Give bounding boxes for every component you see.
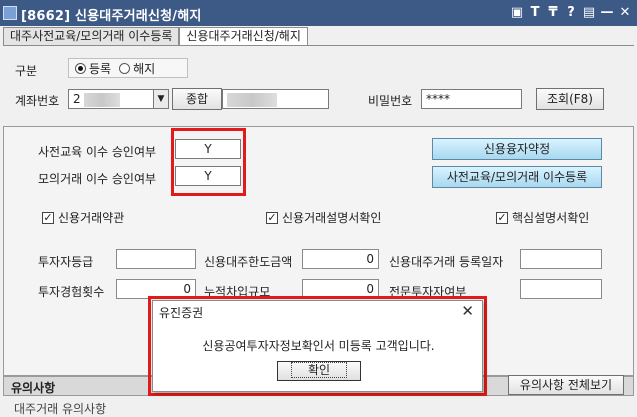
- view-all-notice-button[interactable]: 유의사항 전체보기: [508, 375, 624, 395]
- dialog-message: 신용공여투자자정보확인서 미등록 고객입니다.: [202, 339, 435, 353]
- password-label: 비밀번호: [368, 94, 413, 108]
- experience-count-label: 투자경험횟수: [38, 285, 105, 299]
- account-number-input[interactable]: 2: [68, 89, 154, 109]
- notice-text: 대주거래 유의사항: [14, 402, 107, 416]
- checkbox-credit-explain[interactable]: ✓: [266, 211, 278, 224]
- account-name-field: [222, 89, 329, 109]
- radio-cancel-dot[interactable]: [119, 62, 131, 74]
- tab-edu-register[interactable]: 대주사전교육/모의거래 이수등록: [3, 27, 180, 46]
- dialog-ok-label: 확인: [290, 362, 348, 378]
- help-icon[interactable]: ?: [563, 4, 579, 21]
- pin-icon[interactable]: ₸: [545, 4, 561, 21]
- minimize-icon[interactable]: —: [599, 4, 615, 21]
- radio-cancel[interactable]: 해지: [119, 60, 155, 77]
- tab-bar: 대주사전교육/모의거래 이수등록 신용대주거래신청/해지: [3, 27, 308, 46]
- dialog-close-icon[interactable]: ✕: [461, 302, 474, 320]
- account-dropdown-button[interactable]: ▼: [153, 89, 169, 109]
- radio-cancel-label: 해지: [133, 61, 156, 76]
- check-credit-explain[interactable]: ✓ 신용거래설명서확인: [266, 209, 381, 226]
- window-title: [8662] 신용대주거래신청/해지: [21, 9, 202, 24]
- dialog-title: 유진증권: [159, 306, 204, 320]
- investor-grade-field: [116, 249, 196, 269]
- account-type-button[interactable]: 종합: [172, 88, 222, 110]
- account-label: 계좌번호: [15, 94, 60, 108]
- account-prefix: 2: [73, 92, 81, 106]
- check-core-explain-label: 핵심설명서확인: [512, 211, 590, 225]
- short-limit-field: 0: [302, 249, 379, 269]
- app-icon: [3, 6, 17, 20]
- radio-register-dot[interactable]: [75, 62, 86, 74]
- notice-title: 유의사항: [11, 381, 56, 395]
- title-bar-icons: ▣ T ₸ ? ▤ — ✕: [509, 4, 633, 21]
- register-date-field: [520, 249, 602, 269]
- text-icon[interactable]: T: [527, 4, 543, 21]
- edu-approval-label: 사전교육 이수 승인여부: [38, 145, 157, 159]
- short-limit-label: 신용대주한도금액: [204, 255, 293, 269]
- masked-account: [84, 92, 121, 107]
- checkbox-credit-terms[interactable]: ✓: [42, 211, 54, 224]
- tab-short-apply[interactable]: 신용대주거래신청/해지: [179, 27, 308, 46]
- radio-register-label: 등록: [89, 61, 112, 76]
- masked-name: [227, 92, 277, 107]
- register-date-label: 신용대주거래 등록일자: [389, 255, 504, 269]
- approval-highlight: [171, 128, 246, 196]
- gubun-radio-group: 등록 해지: [68, 58, 188, 78]
- gubun-label: 구분: [15, 64, 38, 78]
- close-icon[interactable]: ✕: [617, 4, 633, 21]
- mock-approval-label: 모의거래 이수 승인여부: [38, 172, 157, 186]
- checkbox-core-explain[interactable]: ✓: [496, 211, 508, 224]
- query-button[interactable]: 조회(F8): [536, 88, 604, 110]
- message-dialog: 유진증권 ✕ 신용공여투자자정보확인서 미등록 고객입니다. 확인: [152, 300, 483, 392]
- check-core-explain[interactable]: ✓ 핵심설명서확인: [496, 209, 589, 226]
- check-credit-explain-label: 신용거래설명서확인: [282, 211, 382, 225]
- password-input[interactable]: ****: [421, 89, 522, 109]
- menu-icon[interactable]: ▤: [581, 4, 597, 21]
- check-credit-terms-label: 신용거래약관: [58, 211, 125, 225]
- title-bar: [8662] 신용대주거래신청/해지 ▣ T ₸ ? ▤ — ✕: [0, 0, 637, 26]
- radio-register[interactable]: 등록: [75, 60, 111, 77]
- dialog-ok-button[interactable]: 확인: [277, 361, 361, 381]
- professional-field: [520, 279, 602, 299]
- credit-agreement-button[interactable]: 신용융자약정: [432, 138, 602, 160]
- screen-icon[interactable]: ▣: [509, 4, 525, 21]
- edu-register-button[interactable]: 사전교육/모의거래 이수등록: [432, 166, 602, 188]
- investor-grade-label: 투자자등급: [38, 255, 94, 269]
- check-credit-terms[interactable]: ✓ 신용거래약관: [42, 209, 124, 226]
